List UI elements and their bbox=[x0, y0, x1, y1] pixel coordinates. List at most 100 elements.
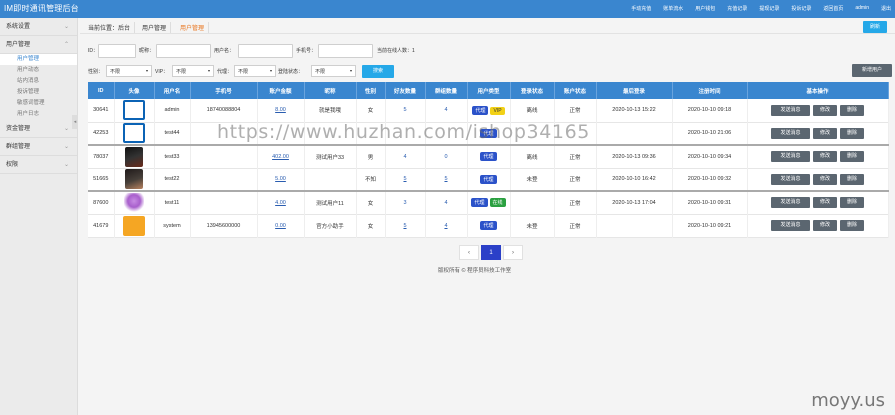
sidebar-item[interactable]: 用户动态 bbox=[0, 65, 77, 76]
next-page-button[interactable]: › bbox=[503, 245, 523, 260]
cell-balance-value[interactable]: 8.00 bbox=[275, 107, 286, 113]
vip-select[interactable]: 不限 ▾ bbox=[172, 65, 214, 77]
breadcrumb-section[interactable]: 用户管理 bbox=[138, 22, 172, 33]
cell-friends-value[interactable]: 5 bbox=[403, 176, 406, 182]
footer-copyright: 版权所有 © 程序员科技工作室 bbox=[438, 268, 512, 274]
cell-nickname: 官方小助手 bbox=[304, 214, 357, 237]
sidebar-item[interactable]: 投诉管理 bbox=[0, 87, 77, 98]
edit-button[interactable]: 修改 bbox=[813, 197, 837, 209]
table-row: 41679 system 13945600000 0.00 官方小助手 女 5 4 代理 未登 正常… bbox=[88, 214, 889, 237]
sidebar-item[interactable]: 用户管理 bbox=[0, 54, 77, 65]
cell-balance-value[interactable]: 402.00 bbox=[272, 154, 289, 160]
login-status-select[interactable]: 不限 ▾ bbox=[311, 65, 356, 77]
cell-id: 78037 bbox=[88, 145, 115, 168]
cell-login-status-value: 离线 bbox=[526, 108, 538, 115]
id-input[interactable] bbox=[98, 44, 136, 58]
cell-actions: 发送消息 修改 删除 bbox=[747, 191, 889, 214]
cell-username-value: system bbox=[163, 222, 181, 229]
cell-groups-value[interactable]: 4 bbox=[444, 223, 447, 229]
cell-balance-value[interactable]: 5.00 bbox=[275, 176, 286, 182]
topnav-item[interactable]: 退出 bbox=[881, 5, 891, 12]
edit-button[interactable]: 修改 bbox=[813, 173, 837, 185]
search-button[interactable]: 搜索 bbox=[362, 65, 394, 78]
cell-friends-value[interactable]: 5 bbox=[403, 223, 406, 229]
sidebar-group[interactable]: 群组管理 ⌄ bbox=[0, 138, 77, 156]
cell-nickname: 测试用户33 bbox=[304, 145, 357, 168]
delete-button[interactable]: 删除 bbox=[840, 197, 864, 209]
topnav-item[interactable]: 手动充值 bbox=[631, 5, 651, 12]
edit-button[interactable]: 修改 bbox=[813, 104, 837, 116]
cell-id-value: 78037 bbox=[93, 153, 109, 160]
cell-balance-value[interactable]: 4.00 bbox=[275, 200, 286, 206]
chevron-icon: ⌄ bbox=[63, 126, 69, 132]
status-badge: 代理 bbox=[480, 174, 497, 184]
delete-button[interactable]: 删除 bbox=[840, 220, 864, 231]
delete-button[interactable]: 删除 bbox=[840, 173, 864, 185]
avatar bbox=[125, 169, 143, 190]
topnav-item[interactable]: 用户钱包 bbox=[695, 5, 715, 12]
sidebar-group[interactable]: 系统设置 ⌄ bbox=[0, 18, 77, 36]
topnav-item[interactable]: 投诉记录 bbox=[791, 5, 811, 12]
cell-gender: 女 bbox=[356, 99, 386, 122]
delete-button[interactable]: 删除 bbox=[840, 151, 864, 163]
chevron-down-icon: ▾ bbox=[145, 68, 148, 73]
cell-groups: 5 bbox=[425, 168, 468, 191]
send-message-button[interactable]: 发送消息 bbox=[771, 127, 810, 139]
chevron-down-icon: ▾ bbox=[207, 68, 210, 73]
refresh-button[interactable]: 刷新 bbox=[863, 21, 887, 33]
filter-row-2: 性别： 不限 ▾ VIP： 不限 ▾ 代理： 不限 ▾ 登陆状态： 不限 ▾ 搜索 bbox=[88, 65, 888, 79]
cell-registered: 2020-10-10 21:06 bbox=[672, 122, 748, 145]
send-message-button[interactable]: 发送消息 bbox=[771, 104, 810, 116]
cell-phone: 13945600000 bbox=[190, 214, 258, 237]
cell-phone-value: 18740088804 bbox=[206, 107, 241, 114]
nickname-input[interactable] bbox=[156, 44, 211, 58]
topnav-item[interactable]: 充值记录 bbox=[727, 5, 747, 12]
sidebar-group[interactable]: 权限 ⌄ bbox=[0, 156, 77, 174]
cell-nickname bbox=[304, 122, 357, 145]
user-table: ID 头像 用户名 手机号 账户金额 昵称 性别 好友数量 群组数量 用户类型 登录状态 账户状态 最后… bbox=[88, 82, 889, 238]
send-message-button[interactable]: 发送消息 bbox=[771, 151, 810, 163]
cell-last-login bbox=[596, 214, 673, 237]
column-header: 账户金额 bbox=[257, 82, 305, 99]
delete-button[interactable]: 删除 bbox=[840, 104, 864, 116]
cell-groups-value[interactable]: 5 bbox=[444, 176, 447, 182]
agent-select[interactable]: 不限 ▾ bbox=[234, 65, 276, 77]
table-header-row: ID 头像 用户名 手机号 账户金额 昵称 性别 好友数量 群组数量 用户类型 登录状态 账户状态 最后… bbox=[88, 82, 889, 99]
sidebar-item[interactable]: 敏感词管理 bbox=[0, 98, 77, 109]
cell-username-value: test33 bbox=[164, 153, 180, 160]
cell-login-status: 离线 bbox=[510, 99, 555, 122]
edit-button[interactable]: 修改 bbox=[813, 127, 837, 139]
topnav-item[interactable]: 提现记录 bbox=[759, 5, 779, 12]
sidebar-item[interactable]: 站内消息 bbox=[0, 76, 77, 87]
send-message-button[interactable]: 发送消息 bbox=[771, 197, 810, 209]
topnav-item[interactable]: 账单流水 bbox=[663, 5, 683, 12]
send-message-button[interactable]: 发送消息 bbox=[771, 220, 810, 231]
cell-groups: 4 bbox=[425, 99, 468, 122]
edit-button[interactable]: 修改 bbox=[813, 151, 837, 163]
column-header: 好友数量 bbox=[385, 82, 426, 99]
username-input[interactable] bbox=[238, 44, 293, 58]
phone-input[interactable] bbox=[318, 44, 373, 58]
delete-button[interactable]: 删除 bbox=[840, 127, 864, 139]
edit-button[interactable]: 修改 bbox=[813, 220, 837, 231]
action-group: 发送消息 修改 删除 bbox=[748, 173, 888, 185]
topnav-item[interactable]: admin bbox=[855, 5, 869, 12]
sidebar-group[interactable]: 用户管理 ⌃ bbox=[0, 36, 77, 54]
sidebar-group[interactable]: 资金管理 ⌄ bbox=[0, 120, 77, 138]
cell-nickname bbox=[304, 168, 357, 191]
gender-select[interactable]: 不限 ▾ bbox=[106, 65, 152, 77]
sidebar-item[interactable]: 用户日志 bbox=[0, 109, 77, 120]
cell-id: 30641 bbox=[88, 99, 115, 122]
column-header: 昵称 bbox=[304, 82, 357, 99]
cell-last-login-value: 2020-10-13 17:04 bbox=[612, 199, 656, 206]
topnav-item[interactable]: 返回首页 bbox=[823, 5, 843, 12]
add-user-button[interactable]: 新增用户 bbox=[852, 64, 892, 77]
username-label: 用户名： bbox=[214, 48, 235, 54]
column-header: 性别 bbox=[356, 82, 386, 99]
send-message-button[interactable]: 发送消息 bbox=[771, 173, 810, 185]
current-page[interactable]: 1 bbox=[481, 245, 501, 260]
cell-groups-value: 4 bbox=[444, 199, 448, 206]
cell-account-status-value: 正常 bbox=[569, 223, 581, 230]
prev-page-button[interactable]: ‹ bbox=[459, 245, 479, 260]
cell-balance-value[interactable]: 0.00 bbox=[275, 223, 286, 229]
